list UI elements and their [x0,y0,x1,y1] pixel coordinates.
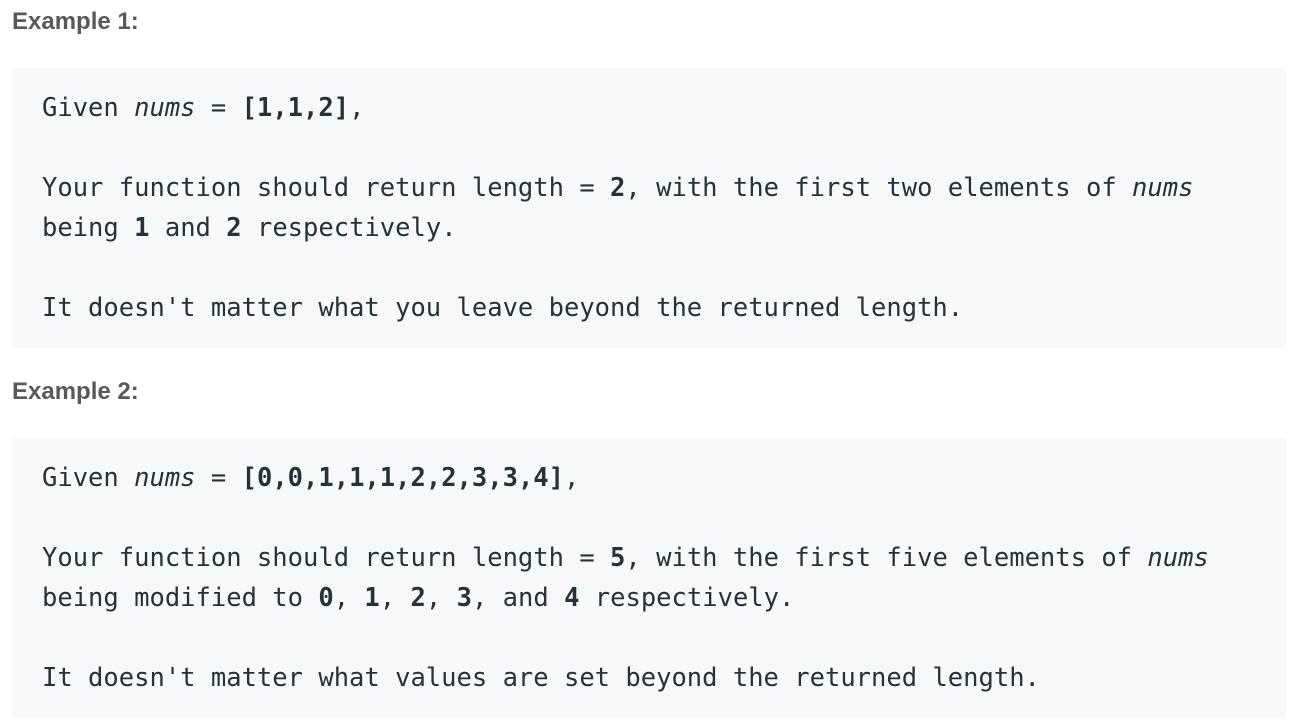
variable-name: nums [134,93,196,123]
variable-name: nums [1147,543,1209,573]
note-line: It doesn't matter what values are set be… [42,663,1040,693]
element-value: 0 [318,583,334,613]
example-2-heading: Example 2: [12,378,139,405]
separator: , [333,583,365,613]
separator: , [379,583,411,613]
variable-name: nums [1132,173,1194,203]
return-text: Your function should return length = [42,543,611,573]
elements-text: and [149,213,227,243]
given-label: Given [42,93,135,123]
given-line: Given nums = [1,1,2], [42,88,1286,128]
note-line: It doesn't matter what you leave beyond … [42,293,964,323]
comma: , [349,93,365,123]
return-length: 2 [610,173,626,203]
return-text-cont: , with the first two elements of [625,173,1133,203]
elements-line: being modified to 0, 1, 2, 3, and 4 resp… [42,578,1286,618]
element-value: 2 [226,213,242,243]
elements-text: being modified to [42,583,319,613]
elements-line: being 1 and 2 respectively. [42,208,1286,248]
given-label: Given [42,463,135,493]
comma: , [564,463,580,493]
element-value: 3 [456,583,472,613]
given-line: Given nums = [0,0,1,1,1,2,2,3,3,4], [42,458,1286,498]
elements-text: respectively. [241,213,457,243]
element-value: 4 [564,583,580,613]
elements-text: being [42,213,135,243]
equals-sign: = [195,463,242,493]
element-value: 1 [364,583,380,613]
element-value: 1 [134,213,150,243]
equals-sign: = [195,93,242,123]
return-text: Your function should return length = [42,173,611,203]
return-text-cont: , with the first five elements of [625,543,1148,573]
example-1-heading: Example 1: [12,8,139,35]
input-array: [0,0,1,1,1,2,2,3,3,4] [241,463,565,493]
return-line: Your function should return length = 5, … [42,538,1286,578]
example-1-code-block: Given nums = [1,1,2], Your function shoul… [12,68,1286,348]
separator: , and [471,583,565,613]
elements-text: respectively. [579,583,795,613]
example-2-code-block: Given nums = [0,0,1,1,1,2,2,3,3,4], Your … [12,438,1286,718]
element-value: 2 [410,583,426,613]
separator: , [425,583,457,613]
return-length: 5 [610,543,626,573]
input-array: [1,1,2] [241,93,350,123]
variable-name: nums [134,463,196,493]
return-line: Your function should return length = 2, … [42,168,1286,208]
